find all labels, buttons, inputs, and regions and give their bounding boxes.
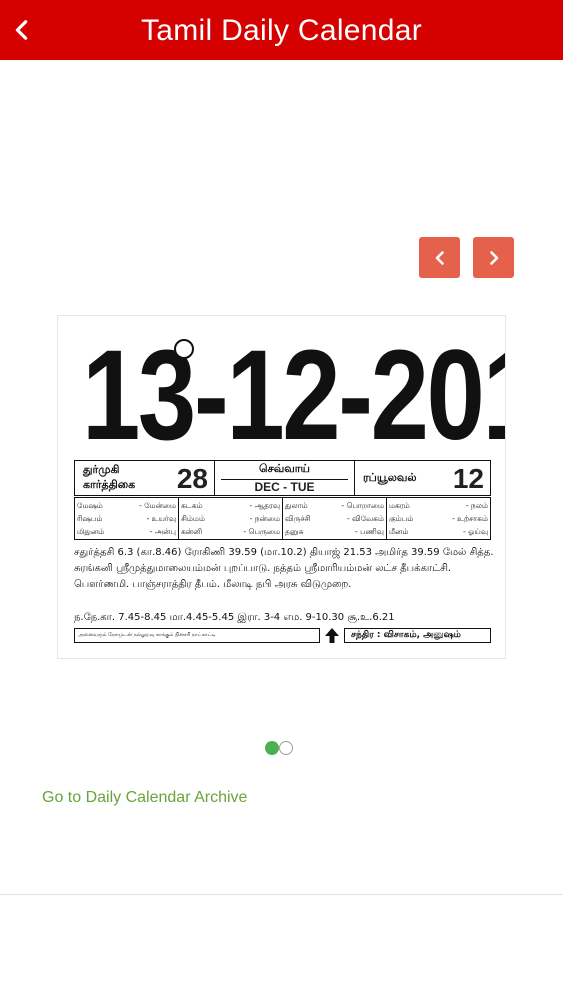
arrow-up-icon (325, 628, 339, 643)
footer-note: அனைவரும் நேசமுடன் நல்லுறவு காக்கும் தினச… (74, 628, 320, 643)
page-indicator (265, 741, 293, 755)
next-day-button[interactable] (473, 237, 514, 278)
rasi-row: ரிஷபம் - உயர்வு (77, 514, 176, 523)
rasi-row: மகரம் - நலம் (389, 501, 488, 510)
rasi-column: மேஷம் - மேன்மை ரிஷபம் - உயர்வு மிதுனம் - அன… (75, 498, 179, 539)
page-title: Tamil Daily Calendar (140, 14, 423, 47)
calendar-info-row: துர்முகி கார்த்திகை 28 செவ்வாய் DEC - TU… (74, 460, 491, 496)
chevron-right-icon (489, 250, 498, 265)
rasi-column: துலாம் - பொறாமை விருச்சி - விவேகம் தனுசு - … (283, 498, 387, 539)
weekday-cell: செவ்வாய் DEC - TUE (215, 461, 355, 495)
rasi-row: கும்பம் - உற்சாகம் (389, 514, 488, 523)
tamil-day-number: 28 (176, 463, 208, 494)
tamil-month-cell: துர்முகி கார்த்திகை 28 (75, 461, 215, 495)
islamic-month: ரப்யூலவல் (363, 471, 417, 484)
chevron-left-icon (435, 250, 444, 265)
rasi-row: மிதுனம் - அன்பு (77, 527, 176, 536)
chandrashtama-box: சந்திர : விசாகம், அனுஷம் (344, 628, 491, 643)
rasi-row: கன்னி - பெருமை (181, 527, 280, 536)
divider (0, 894, 563, 895)
rasi-row: கடகம் - ஆதரவு (181, 501, 280, 510)
rasi-column: கடகம் - ஆதரவு சிம்மம் - நன்மை கன்னி - பெரும… (179, 498, 283, 539)
rasi-row: சிம்மம் - நன்மை (181, 514, 280, 523)
previous-day-button[interactable] (419, 237, 460, 278)
day-description: சதுர்த்தசி 6.3 (கா.8.46) ரோகிணி 39.59 (ம… (74, 547, 494, 590)
rasi-row: மேஷம் - மேன்மை (77, 501, 176, 510)
islamic-day-number: 12 (452, 463, 484, 494)
month-weekday-english: DEC - TUE (221, 479, 348, 494)
rasi-row: தனுசு - பணிவு (285, 527, 384, 536)
calendar-sheet[interactable]: 13-12-2016 துர்முகி கார்த்திகை 28 செவ்வா… (57, 315, 506, 659)
calendar-date: 13-12-2016 (82, 324, 505, 467)
date-circle-mark (174, 339, 194, 359)
archive-link[interactable]: Go to Daily Calendar Archive (42, 789, 247, 807)
islamic-month-cell: ரப்யூலவல் 12 (355, 461, 490, 495)
app-bar: Tamil Daily Calendar (0, 0, 563, 60)
tamil-month: கார்த்திகை (83, 478, 136, 491)
rasi-row: மீனம் - ஓய்வு (389, 527, 488, 536)
rasi-table: மேஷம் - மேன்மை ரிஷபம் - உயர்வு மிதுனம் - அன… (74, 497, 491, 540)
weekday-tamil: செவ்வாய் (259, 462, 310, 475)
day-timings: ந.நே.கா. 7.45-8.45 மா.4.45-5.45 இரா. 3-4… (74, 612, 395, 623)
rasi-column: மகரம் - நலம் கும்பம் - உற்சாகம் மீனம் - ஓய்… (387, 498, 490, 539)
rasi-row: துலாம் - பொறாமை (285, 501, 384, 510)
rasi-row: விருச்சி - விவேகம் (285, 514, 384, 523)
page-dot-active[interactable] (265, 741, 279, 755)
tamil-year: துர்முகி (83, 463, 120, 476)
page-dot[interactable] (279, 741, 293, 755)
